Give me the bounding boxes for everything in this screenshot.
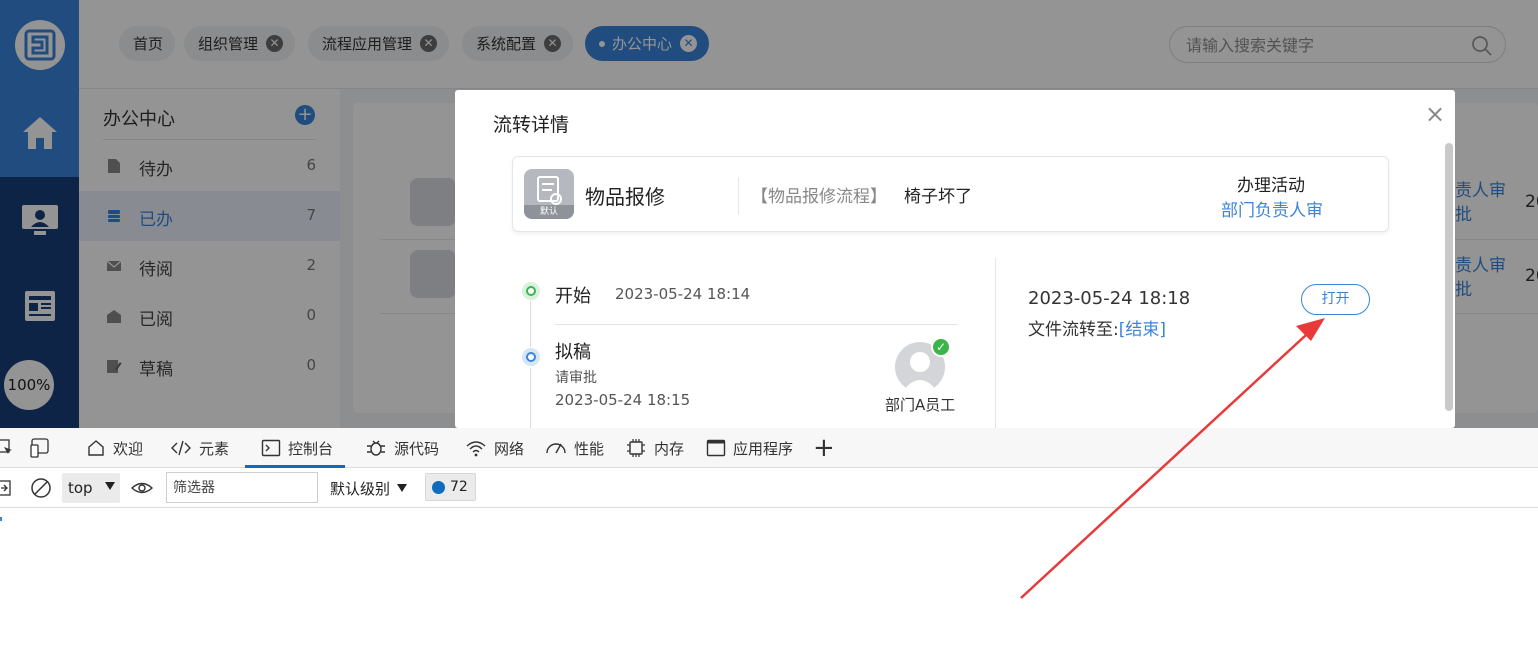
devtools-tab-application[interactable]: 应用程序 <box>706 428 793 468</box>
subject: 椅子坏了 <box>904 187 972 207</box>
tab-label: 控制台 <box>288 439 334 458</box>
context-select[interactable]: top <box>62 473 120 503</box>
tab-label: 元素 <box>199 439 230 458</box>
tab-label: 内存 <box>654 439 685 458</box>
chevron-down-icon <box>105 482 115 490</box>
add-tab-button[interactable]: + <box>813 433 835 463</box>
devtools-tab-network[interactable]: 网络 <box>465 428 524 468</box>
activity-value: 部门负责人审 <box>1221 201 1323 221</box>
devtools-panel: 欢迎 元素 控制台 源代码 网络 性能 内存 应用程序 + top 筛选器 默认… <box>0 428 1538 651</box>
app-window: 100% 首页 组织管理 ✕ 流程应用管理 ✕ 系统配置 ✕ 办公中心 ✕ 办公… <box>0 0 1538 428</box>
tab-label: 性能 <box>574 439 605 458</box>
message-count: 72 <box>450 479 468 495</box>
close-icon[interactable]: × <box>1425 102 1445 126</box>
transfer-time: 2023-05-24 18:18 <box>1028 288 1191 309</box>
flow-name: 【物品报修流程】 <box>751 187 887 207</box>
timeline-line <box>530 368 531 428</box>
timeline-draft-label: 拟稿 <box>555 342 591 363</box>
wifi-icon <box>466 441 486 457</box>
start-node-icon <box>522 282 540 300</box>
devtools-tab-performance[interactable]: 性能 <box>545 428 604 468</box>
scrollbar[interactable] <box>1445 143 1453 411</box>
divider <box>555 324 958 325</box>
log-level-select[interactable]: 默认级别 <box>330 478 408 499</box>
tab-label: 源代码 <box>394 439 440 458</box>
devtools-tab-elements[interactable]: 元素 <box>170 428 229 468</box>
devtools-tab-memory[interactable]: 内存 <box>625 428 684 468</box>
devtools-tab-console[interactable]: 控制台 <box>244 428 346 468</box>
sidebar-toggle-icon[interactable] <box>0 479 12 497</box>
activity-label: 办理活动 <box>1237 176 1305 196</box>
chevron-down-icon <box>397 484 408 492</box>
divider <box>995 258 996 428</box>
thumbnail-label: 默认 <box>524 205 574 219</box>
tab-label: 欢迎 <box>113 439 144 458</box>
timeline-start-label: 开始 <box>555 286 591 307</box>
home-icon <box>88 440 104 456</box>
flow-detail-dialog: 流转详情 × 默认 物品报修 【物品报修流程】 椅子坏了 办理活动 部门负责人审… <box>455 90 1455 428</box>
tab-label: 网络 <box>494 439 525 458</box>
draft-node-icon <box>522 348 540 366</box>
bug-icon <box>367 440 385 456</box>
assignee-name: 部门A员工 <box>885 396 956 414</box>
log-level-value: 默认级别 <box>330 480 391 498</box>
open-button[interactable]: 打开 <box>1301 284 1370 315</box>
transfer-info: 文件流转至:[结束] <box>1028 315 1166 340</box>
dialog-title: 流转详情 <box>493 114 570 136</box>
console-icon <box>261 439 281 457</box>
window-icon <box>706 439 726 457</box>
timeline-draft-sub: 请审批 <box>555 370 597 386</box>
clear-console-icon[interactable] <box>30 477 52 499</box>
gauge-icon <box>546 443 566 454</box>
context-value: top <box>68 479 93 497</box>
device-emulation-icon[interactable] <box>30 438 52 458</box>
devtools-tab-welcome[interactable]: 欢迎 <box>86 428 143 468</box>
devtools-tab-sources[interactable]: 源代码 <box>365 428 439 468</box>
console-filter-bar: top 默认级别 72 <box>0 468 1538 508</box>
chip-icon <box>627 439 645 457</box>
message-icon <box>432 480 445 494</box>
message-count-badge[interactable]: 72 <box>425 473 476 501</box>
console-filter-input[interactable] <box>166 472 318 503</box>
divider <box>738 177 739 215</box>
eye-icon[interactable] <box>131 479 153 497</box>
form-thumbnail-icon: 默认 <box>524 169 574 219</box>
devtools-toolbar: 欢迎 元素 控制台 源代码 网络 性能 内存 应用程序 + <box>0 428 1538 468</box>
inspect-icon[interactable] <box>0 439 14 457</box>
code-icon <box>171 440 191 456</box>
console-prompt-caret[interactable] <box>0 517 2 521</box>
timeline-draft-time: 2023-05-24 18:15 <box>555 391 691 409</box>
app-name: 物品报修 <box>585 185 665 209</box>
check-icon: ✓ <box>931 337 951 357</box>
timeline-start-time: 2023-05-24 18:14 <box>615 285 751 303</box>
timeline-line <box>530 301 531 347</box>
tab-label: 应用程序 <box>733 439 794 458</box>
transfer-label: 文件流转至: <box>1028 320 1119 340</box>
transfer-target-link[interactable]: [结束] <box>1119 320 1166 340</box>
flow-info-card: 默认 物品报修 【物品报修流程】 椅子坏了 办理活动 部门负责人审 <box>512 156 1389 232</box>
